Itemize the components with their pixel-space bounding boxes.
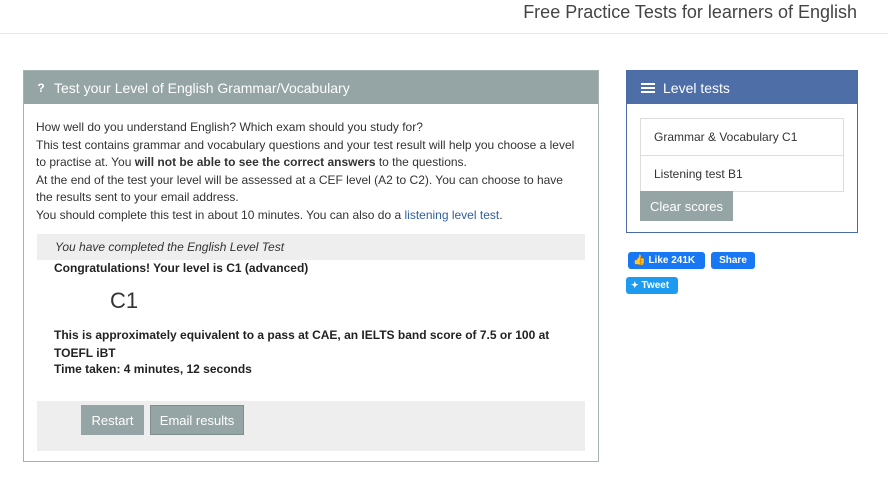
intro-line-4-end: .: [499, 207, 503, 222]
level-tests-header: Level tests: [627, 71, 857, 104]
tweet-button[interactable]: ✦ Tweet: [626, 277, 678, 294]
restart-button[interactable]: Restart: [81, 405, 144, 435]
panel-title: Test your Level of English Grammar/Vocab…: [54, 79, 350, 96]
twitter-bird-icon: ✦: [631, 280, 639, 290]
level-tests-list: Grammar & Vocabulary C1 Listening test B…: [640, 118, 844, 192]
action-bar: Restart Email results: [37, 401, 585, 451]
intro-line-2: This test contains grammar and vocabular…: [36, 137, 576, 172]
intro-line-4-text: You should complete this test in about 1…: [36, 207, 405, 222]
intro-line-4: You should complete this test in about 1…: [36, 207, 576, 225]
facebook-like-button[interactable]: 👍 Like 241K: [628, 252, 705, 269]
facebook-share-button[interactable]: Share: [711, 252, 755, 269]
level-result: C1: [110, 288, 139, 313]
intro-line-2-end: to the questions.: [375, 155, 467, 169]
site-title: Free Practice Tests for learners of Engl…: [523, 2, 857, 22]
email-results-button[interactable]: Email results: [150, 405, 244, 435]
site-header: Free Practice Tests for learners of Engl…: [0, 0, 888, 34]
completed-banner: You have completed the English Level Tes…: [37, 234, 585, 260]
like-label: Like 241K: [648, 255, 696, 266]
congratulations-text: Congratulations! Your level is C1 (advan…: [54, 261, 309, 275]
list-item-grammar-vocabulary[interactable]: Grammar & Vocabulary C1: [641, 119, 843, 155]
intro-line-3: At the end of the test your level will b…: [36, 172, 563, 205]
equivalence-text: This is approximately equivalent to a pa…: [54, 328, 550, 360]
level-tests-title: Level tests: [663, 79, 730, 96]
list-item-listening[interactable]: Listening test B1: [641, 155, 843, 191]
tweet-label: Tweet: [641, 280, 670, 291]
time-taken-text: Time taken: 4 minutes, 12 seconds: [54, 362, 252, 376]
level-test-panel: ? Test your Level of English Grammar/Voc…: [23, 70, 599, 462]
level-test-panel-header: ? Test your Level of English Grammar/Voc…: [24, 71, 598, 104]
clear-scores-button[interactable]: Clear scores: [640, 191, 733, 221]
listening-test-link[interactable]: listening level test: [404, 208, 499, 222]
question-icon: ?: [37, 80, 45, 95]
intro-text: How well do you understand English? Whic…: [36, 119, 576, 224]
intro-line-1: How well do you understand English? Whic…: [36, 120, 423, 134]
level-tests-panel: Level tests Grammar & Vocabulary C1 List…: [626, 70, 858, 233]
intro-line-2-bold: will not be able to see the correct answ…: [134, 155, 376, 169]
thumbs-up-icon: 👍: [633, 255, 646, 266]
list-icon: [641, 82, 655, 93]
